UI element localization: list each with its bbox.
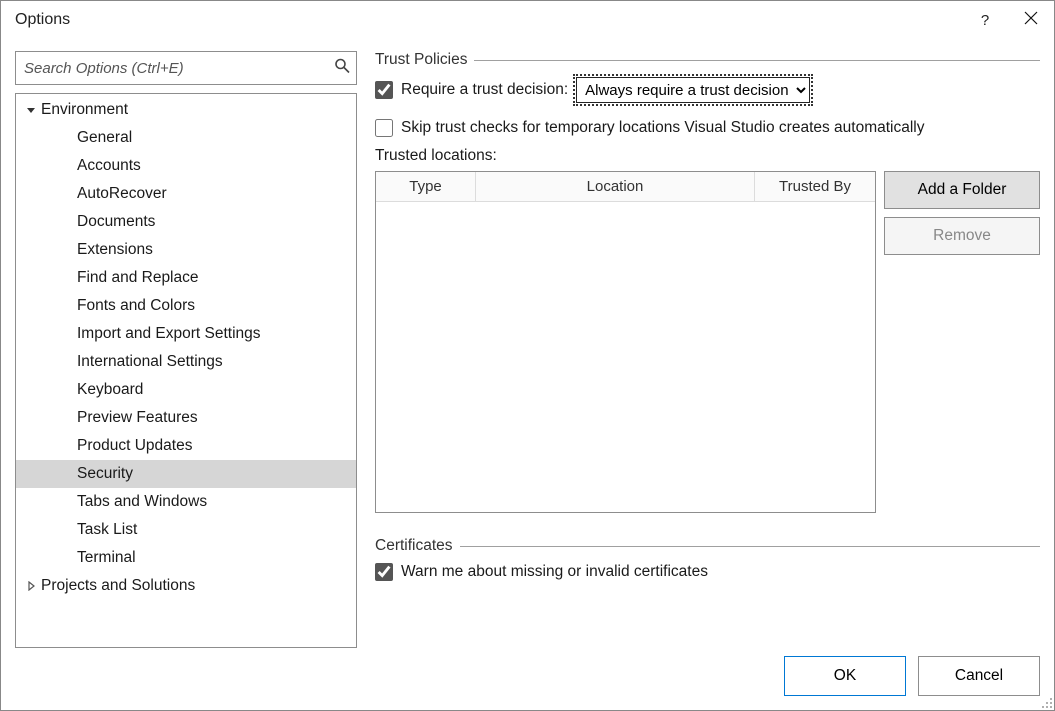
skip-trust-label[interactable]: Skip trust checks for temporary location…: [401, 119, 925, 137]
tree-item-label: AutoRecover: [77, 185, 167, 203]
tree-item-label: Find and Replace: [77, 269, 199, 287]
tree-item-label: Accounts: [77, 157, 141, 175]
tree-item-documents[interactable]: Documents: [16, 208, 356, 236]
tree-item-label: Task List: [77, 521, 137, 539]
tree-item-tabs-and-windows[interactable]: Tabs and Windows: [16, 488, 356, 516]
tree-item-security[interactable]: Security: [16, 460, 356, 488]
require-trust-checkbox[interactable]: [375, 81, 393, 99]
warn-certificates-checkbox[interactable]: [375, 563, 393, 581]
tree-item-label: Product Updates: [77, 437, 192, 455]
tree-item-autorecover[interactable]: AutoRecover: [16, 180, 356, 208]
chevron-down-icon: [22, 101, 40, 119]
tree-item-international-settings[interactable]: International Settings: [16, 348, 356, 376]
tree-item-label: Extensions: [77, 241, 153, 259]
require-trust-label[interactable]: Require a trust decision:: [401, 81, 568, 99]
trust-policies-group-heading: Trust Policies: [375, 51, 1040, 69]
cancel-button[interactable]: Cancel: [918, 656, 1040, 696]
options-tree: Environment General Accounts AutoRecover Doc…: [15, 93, 357, 648]
certificates-group-heading: Certificates: [375, 537, 1040, 555]
tree-item-preview-features[interactable]: Preview Features: [16, 404, 356, 432]
tree-item-label: Terminal: [77, 549, 136, 567]
col-type[interactable]: Type: [376, 172, 476, 201]
require-trust-select[interactable]: Always require a trust decision: [576, 77, 810, 103]
tree-item-label: Tabs and Windows: [77, 493, 207, 511]
options-dialog: Options ? Environment General Accounts Auto…: [0, 0, 1055, 711]
tree-item-terminal[interactable]: Terminal: [16, 544, 356, 572]
search-options-input[interactable]: [15, 51, 357, 85]
remove-button[interactable]: Remove: [884, 217, 1040, 255]
trusted-locations-table[interactable]: Type Location Trusted By: [375, 171, 876, 513]
tree-item-label: Documents: [77, 213, 155, 231]
search-options-wrap: [15, 51, 357, 85]
tree-item-extensions[interactable]: Extensions: [16, 236, 356, 264]
tree-item-label: Preview Features: [77, 409, 198, 427]
tree-item-label: Keyboard: [77, 381, 143, 399]
help-icon: ?: [981, 12, 989, 29]
trust-policies-label: Trust Policies: [375, 51, 467, 69]
close-icon: [1024, 11, 1038, 29]
tree-item-import-and-export-settings[interactable]: Import and Export Settings: [16, 320, 356, 348]
tree-group-environment[interactable]: Environment: [16, 96, 356, 124]
tree-item-label: International Settings: [77, 353, 223, 371]
tree-item-keyboard[interactable]: Keyboard: [16, 376, 356, 404]
tree-item-task-list[interactable]: Task List: [16, 516, 356, 544]
help-button[interactable]: ?: [962, 1, 1008, 39]
tree-item-accounts[interactable]: Accounts: [16, 152, 356, 180]
ok-button[interactable]: OK: [784, 656, 906, 696]
col-trusted-by[interactable]: Trusted By: [755, 172, 875, 201]
tree-group-projects-and-solutions[interactable]: Projects and Solutions: [16, 572, 356, 600]
warn-certificates-label[interactable]: Warn me about missing or invalid certifi…: [401, 563, 708, 581]
tree-item-product-updates[interactable]: Product Updates: [16, 432, 356, 460]
col-location[interactable]: Location: [476, 172, 755, 201]
certificates-label: Certificates: [375, 537, 453, 555]
close-button[interactable]: [1008, 1, 1054, 39]
window-title: Options: [15, 11, 70, 29]
chevron-right-icon: [22, 577, 40, 595]
skip-trust-checkbox[interactable]: [375, 119, 393, 137]
tree-group-label: Projects and Solutions: [41, 577, 195, 595]
tree-item-find-and-replace[interactable]: Find and Replace: [16, 264, 356, 292]
tree-item-fonts-and-colors[interactable]: Fonts and Colors: [16, 292, 356, 320]
titlebar: Options ?: [1, 1, 1054, 39]
tree-item-label: General: [77, 129, 132, 147]
trusted-locations-label: Trusted locations:: [375, 147, 1040, 165]
tree-item-general[interactable]: General: [16, 124, 356, 152]
add-folder-button[interactable]: Add a Folder: [884, 171, 1040, 209]
tree-group-label: Environment: [41, 101, 128, 119]
tree-item-label: Security: [77, 465, 133, 483]
tree-item-label: Import and Export Settings: [77, 325, 261, 343]
tree-item-label: Fonts and Colors: [77, 297, 195, 315]
